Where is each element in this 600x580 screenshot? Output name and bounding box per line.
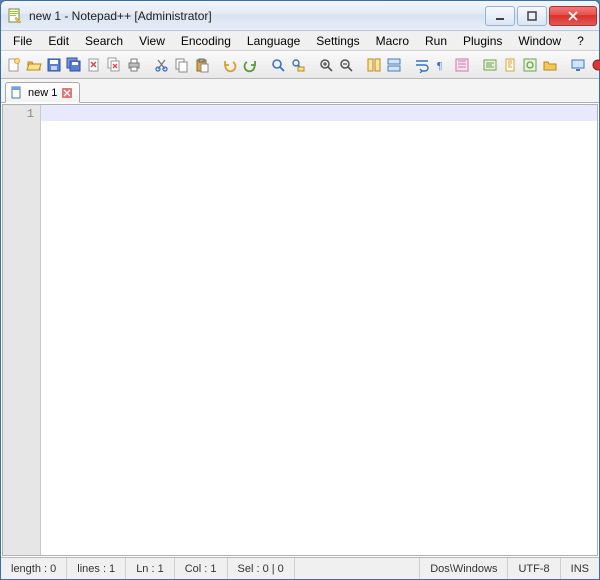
status-lines: lines : 1 — [67, 558, 126, 579]
record-macro-icon[interactable] — [589, 55, 600, 75]
paste-icon[interactable] — [193, 55, 211, 75]
menu-plugins[interactable]: Plugins — [455, 32, 510, 50]
text-editor[interactable] — [41, 105, 597, 555]
status-eol[interactable]: Dos\Windows — [420, 558, 508, 579]
line-number-gutter: 1 — [3, 105, 41, 555]
menu-window[interactable]: Window — [510, 32, 569, 50]
menu-language[interactable]: Language — [239, 32, 308, 50]
save-icon[interactable] — [45, 55, 63, 75]
close-file-icon[interactable] — [85, 55, 103, 75]
cut-icon[interactable] — [153, 55, 171, 75]
menu-settings[interactable]: Settings — [308, 32, 367, 50]
svg-text:¶: ¶ — [437, 60, 442, 72]
menu-file[interactable]: File — [5, 32, 40, 50]
open-file-icon[interactable] — [25, 55, 43, 75]
indent-guide-icon[interactable] — [453, 55, 471, 75]
undo-icon[interactable] — [221, 55, 239, 75]
editor-line[interactable] — [41, 105, 597, 121]
menu-encoding[interactable]: Encoding — [173, 32, 239, 50]
monitor-icon[interactable] — [569, 55, 587, 75]
status-encoding[interactable]: UTF-8 — [508, 558, 560, 579]
status-insert-mode[interactable]: INS — [561, 558, 599, 579]
word-wrap-icon[interactable] — [413, 55, 431, 75]
language-icon[interactable] — [481, 55, 499, 75]
copy-icon[interactable] — [173, 55, 191, 75]
status-sel: Sel : 0 | 0 — [228, 558, 295, 579]
tabbar: new 1 — [1, 79, 599, 103]
file-icon — [10, 86, 24, 100]
status-col: Col : 1 — [175, 558, 228, 579]
all-chars-icon[interactable]: ¶ — [433, 55, 451, 75]
menu-view[interactable]: View — [131, 32, 173, 50]
status-length: length : 0 — [1, 558, 67, 579]
menubar: File Edit Search View Encoding Language … — [1, 31, 599, 51]
app-icon — [7, 8, 23, 24]
line-number: 1 — [3, 105, 40, 121]
window-controls — [483, 6, 597, 26]
minimize-button[interactable] — [485, 6, 515, 26]
find-icon[interactable] — [269, 55, 287, 75]
sync-v-icon[interactable] — [365, 55, 383, 75]
tab-label: new 1 — [28, 87, 57, 99]
menu-edit[interactable]: Edit — [40, 32, 77, 50]
menu-search[interactable]: Search — [77, 32, 131, 50]
menu-help[interactable]: ? — [569, 32, 592, 50]
menu-macro[interactable]: Macro — [368, 32, 417, 50]
redo-icon[interactable] — [241, 55, 259, 75]
window-title: new 1 - Notepad++ [Administrator] — [29, 9, 483, 23]
maximize-button[interactable] — [517, 6, 547, 26]
print-icon[interactable] — [125, 55, 143, 75]
new-file-icon[interactable] — [5, 55, 23, 75]
app-window: new 1 - Notepad++ [Administrator] File E… — [0, 0, 600, 580]
editor-area: 1 — [2, 104, 598, 556]
tab-close-icon[interactable] — [61, 87, 73, 99]
save-all-icon[interactable] — [65, 55, 83, 75]
close-all-icon[interactable] — [105, 55, 123, 75]
zoom-in-icon[interactable] — [317, 55, 335, 75]
close-button[interactable] — [549, 6, 597, 26]
sync-h-icon[interactable] — [385, 55, 403, 75]
function-list-icon[interactable] — [521, 55, 539, 75]
menubar-close-x[interactable]: X — [592, 33, 600, 49]
statusbar: length : 0 lines : 1 Ln : 1 Col : 1 Sel … — [1, 557, 599, 579]
menu-run[interactable]: Run — [417, 32, 455, 50]
titlebar[interactable]: new 1 - Notepad++ [Administrator] — [1, 1, 599, 31]
tab-new-1[interactable]: new 1 — [5, 82, 80, 103]
toolbar: ¶ — [1, 51, 599, 79]
folder-workspace-icon[interactable] — [541, 55, 559, 75]
status-ln: Ln : 1 — [126, 558, 175, 579]
replace-icon[interactable] — [289, 55, 307, 75]
doc-map-icon[interactable] — [501, 55, 519, 75]
zoom-out-icon[interactable] — [337, 55, 355, 75]
